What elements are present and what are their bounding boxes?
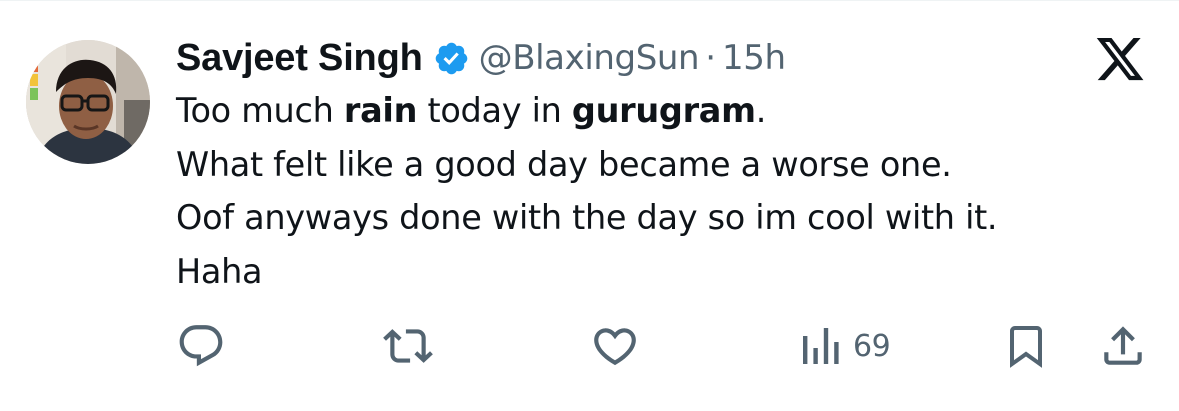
bookmark-button[interactable] <box>1002 318 1050 374</box>
tweet-text-run: Oof anyways done with the day so im cool… <box>176 198 998 237</box>
top-divider <box>0 0 1179 1</box>
tweet-text-run: Haha <box>176 251 263 291</box>
tweet-text-bold-run: gurugram <box>571 91 756 130</box>
reply-button[interactable] <box>176 318 226 374</box>
x-logo-icon <box>1094 38 1146 86</box>
views-chart-icon <box>797 321 843 371</box>
tweet-text-run: . <box>755 91 767 130</box>
views-button[interactable]: 69 <box>797 318 891 374</box>
avatar-photo <box>26 40 150 164</box>
separator-dot: · <box>705 38 716 78</box>
tweet-text-line: Too much rain today in gurugram. <box>176 84 1166 138</box>
share-icon <box>1098 321 1148 371</box>
retweet-icon <box>383 321 433 371</box>
bookmark-icon <box>1002 321 1050 371</box>
tweet-text-line: Oof anyways done with the day so im cool… <box>176 191 1166 245</box>
tweet-header: Savjeet Singh @BlaxingSun · 15h <box>176 30 786 86</box>
reply-icon <box>176 321 226 371</box>
user-handle[interactable]: @BlaxingSun <box>479 38 700 78</box>
like-button[interactable] <box>590 318 640 374</box>
action-bar: 69 <box>0 318 1179 374</box>
retweet-button[interactable] <box>383 318 433 374</box>
tweet-text-line: What felt like a good day became a worse… <box>176 138 1166 192</box>
tweet-text-run: Too much <box>176 91 344 130</box>
heart-icon <box>590 321 640 371</box>
share-button[interactable] <box>1098 318 1148 374</box>
tweet-text: Too much rain today in gurugram. What fel… <box>176 84 1166 298</box>
tweet-text-run: today in <box>417 91 572 130</box>
avatar[interactable] <box>26 40 150 164</box>
tweet-text-bold-run: rain <box>343 91 418 130</box>
timestamp[interactable]: 15h <box>722 38 786 78</box>
tweet-text-line: Haha <box>176 245 1166 299</box>
display-name[interactable]: Savjeet Singh <box>176 37 423 80</box>
verified-badge-icon[interactable] <box>433 40 470 77</box>
views-count: 69 <box>853 328 891 364</box>
tweet-text-run: What felt like a good day became a worse… <box>176 144 952 184</box>
